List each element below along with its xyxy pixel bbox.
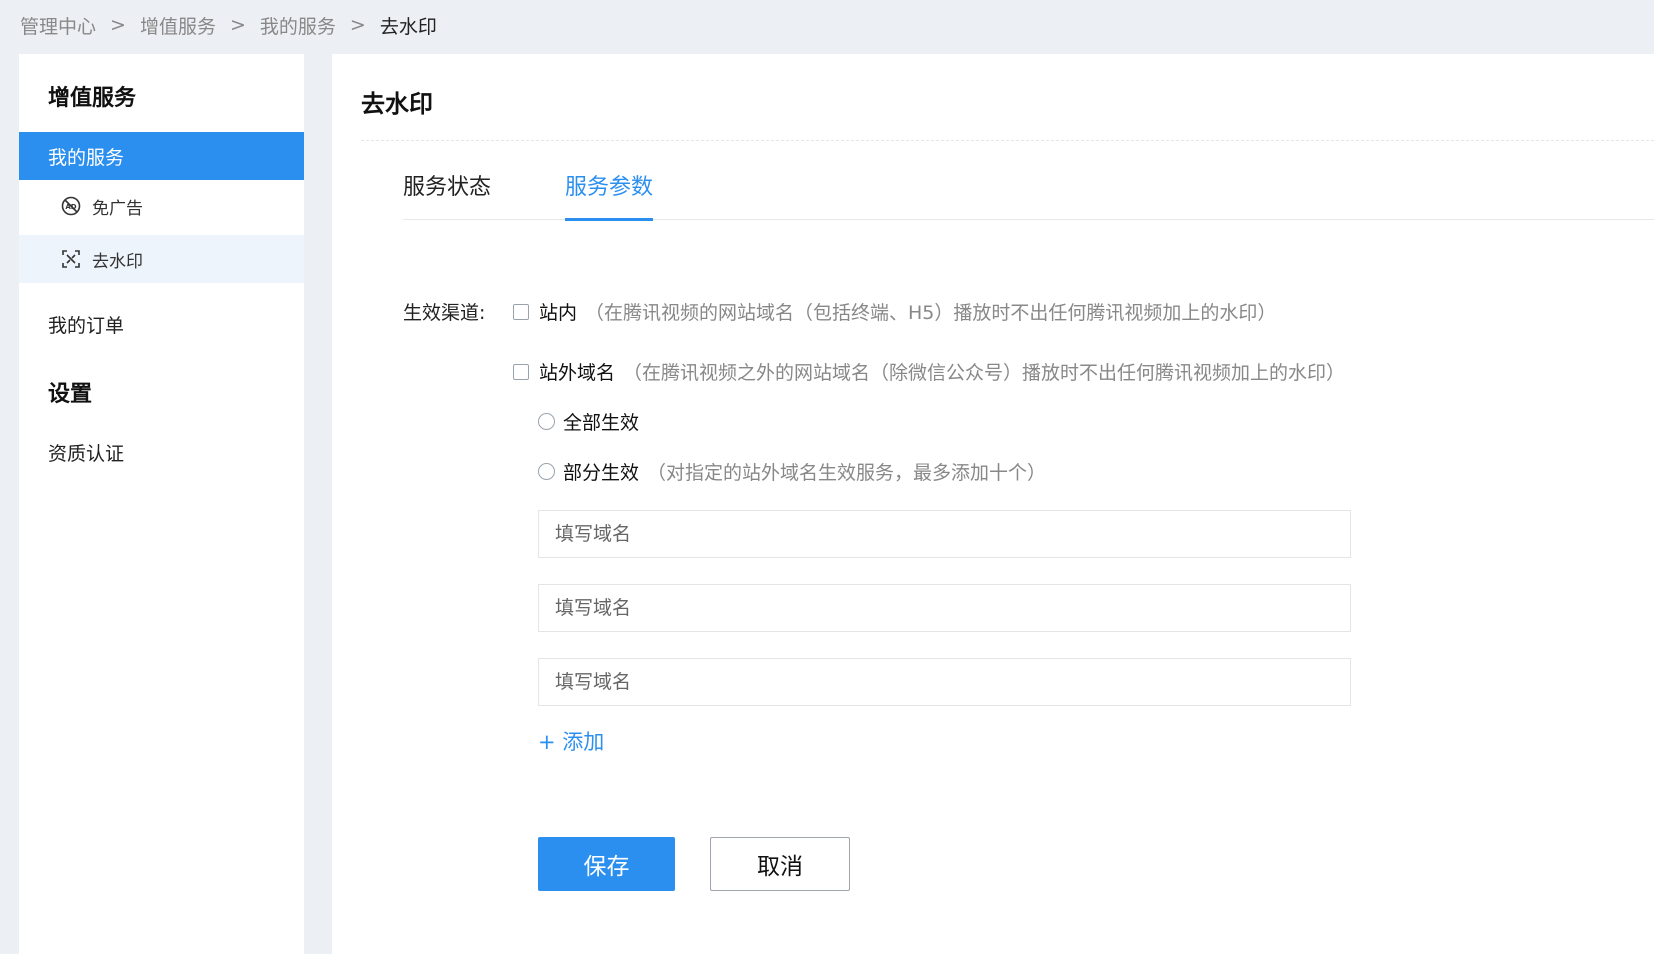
cancel-button[interactable]: 取消 — [710, 837, 850, 891]
page-title: 去水印 — [361, 90, 433, 118]
breadcrumb-item-admin-center[interactable]: 管理中心 — [20, 12, 96, 39]
sidebar-item-remove-watermark[interactable]: 去水印 — [19, 235, 304, 283]
offsite-checkbox[interactable] — [513, 363, 529, 380]
onsite-description: （在腾讯视频的网站域名（包括终端、H5）播放时不出任何腾讯视频加上的水印） — [585, 302, 1277, 324]
breadcrumb-item-value-added[interactable]: 增值服务 — [140, 12, 216, 39]
offsite-label[interactable]: 站外域名 — [539, 358, 615, 385]
tab-service-params[interactable]: 服务参数 — [565, 170, 654, 221]
add-domain-link[interactable]: + 添加 — [538, 726, 604, 756]
watermark-remove-icon — [60, 248, 82, 270]
all-effective-label[interactable]: 全部生效 — [563, 408, 639, 435]
tab-service-status[interactable]: 服务状态 — [403, 170, 491, 220]
all-effective-option: 全部生效 — [538, 408, 639, 435]
svg-text:AD: AD — [65, 203, 76, 211]
channel-label: 生效渠道: — [403, 302, 486, 324]
offsite-description: （在腾讯视频之外的网站域名（除微信公众号）播放时不出任何腾讯视频加上的水印） — [623, 362, 1346, 384]
sidebar-item-label: 我的订单 — [48, 314, 125, 337]
offsite-option: 站外域名 （在腾讯视频之外的网站域名（除微信公众号）播放时不出任何腾讯视频加上的… — [513, 358, 1345, 385]
main-panel: 去水印 服务状态 服务参数 生效渠道: 站内 （在腾讯视频的网站域名（包括终端、… — [332, 54, 1654, 954]
sidebar-item-label: 去水印 — [92, 251, 143, 272]
breadcrumb-item-my-services[interactable]: 我的服务 — [260, 12, 336, 39]
title-divider — [361, 140, 1654, 141]
save-button[interactable]: 保存 — [538, 837, 675, 891]
sidebar-item-label: 我的服务 — [48, 146, 125, 169]
sidebar-item-my-services[interactable]: 我的服务 — [19, 132, 304, 180]
onsite-label[interactable]: 站内 — [539, 298, 577, 325]
breadcrumb-separator: > — [110, 14, 126, 36]
breadcrumb: 管理中心 > 增值服务 > 我的服务 > 去水印 — [20, 10, 437, 40]
no-ad-icon: AD — [60, 195, 82, 217]
partial-effective-radio[interactable] — [538, 463, 555, 480]
partial-effective-description: （对指定的站外域名生效服务，最多添加十个） — [647, 462, 1047, 484]
sidebar-heading-services: 增值服务 — [48, 86, 137, 111]
tab-bar: 服务状态 服务参数 — [403, 170, 1654, 221]
sidebar: 增值服务 我的服务 AD 免广告 去水印 我的订单 设置 资质认证 — [19, 54, 304, 954]
domain-input[interactable] — [538, 510, 1351, 558]
breadcrumb-separator: > — [229, 14, 246, 36]
sidebar-item-label: 免广告 — [92, 198, 143, 219]
sidebar-item-my-orders[interactable]: 我的订单 — [19, 302, 304, 346]
sidebar-item-no-ads[interactable]: AD 免广告 — [19, 180, 304, 232]
sidebar-item-certification[interactable]: 资质认证 — [19, 430, 304, 474]
partial-effective-option: 部分生效 （对指定的站外域名生效服务，最多添加十个） — [538, 458, 1046, 485]
onsite-option: 站内 （在腾讯视频的网站域名（包括终端、H5）播放时不出任何腾讯视频加上的水印） — [513, 298, 1276, 325]
breadcrumb-current: 去水印 — [379, 15, 437, 38]
partial-effective-label[interactable]: 部分生效 — [563, 458, 639, 485]
breadcrumb-separator: > — [349, 14, 366, 36]
sidebar-heading-settings: 设置 — [48, 382, 93, 407]
domain-input[interactable] — [538, 584, 1351, 632]
sidebar-item-label: 资质认证 — [48, 442, 125, 465]
domain-input[interactable] — [538, 658, 1351, 706]
all-effective-radio[interactable] — [538, 413, 555, 430]
onsite-checkbox[interactable] — [513, 303, 529, 320]
